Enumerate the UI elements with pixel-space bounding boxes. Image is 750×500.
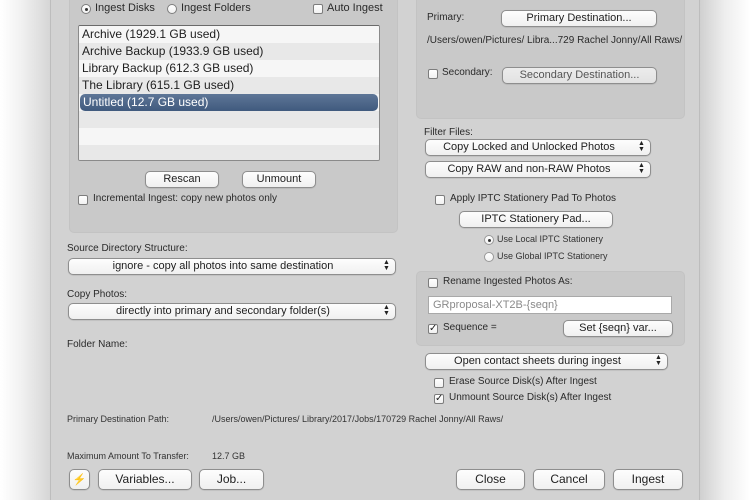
locked-filter-popup[interactable]: Copy Locked and Unlocked Photos ▲ ▼ [425,139,651,156]
secondary-checkbox[interactable] [428,69,438,79]
auto-ingest-checkbox[interactable] [313,4,323,14]
auto-ingest-label[interactable]: Auto Ingest [327,2,383,14]
copy-photos-popup[interactable]: directly into primary and secondary fold… [68,303,396,320]
contact-sheets-value: Open contact sheets during ingest [454,355,621,367]
ingest-dialog: Ingest Disks Ingest Folders Auto Ingest … [50,0,700,500]
locked-filter-value: Copy Locked and Unlocked Photos [443,141,615,153]
unmount-after-checkbox[interactable]: ✓ [434,394,444,404]
use-global-iptc-label[interactable]: Use Global IPTC Stationery [497,251,608,261]
use-local-iptc-label[interactable]: Use Local IPTC Stationery [497,234,603,244]
rename-pattern-field[interactable]: GRproposal-XT2B-{seqn} [428,296,672,314]
unmount-after-label[interactable]: Unmount Source Disk(s) After Ingest [449,392,611,403]
source-structure-value: ignore - copy all photos into same desti… [112,260,334,272]
sequence-checkbox[interactable]: ✓ [428,324,438,334]
use-local-iptc-radio[interactable] [484,235,494,245]
primary-destination-button[interactable]: Primary Destination... [501,10,657,27]
source-structure-label: Source Directory Structure: [67,243,188,254]
disk-list-item[interactable]: The Library (615.1 GB used) [79,77,379,94]
source-structure-popup[interactable]: ignore - copy all photos into same desti… [68,258,396,275]
destination-group: Primary: Primary Destination... /Users/o… [416,0,685,119]
max-transfer-value: 12.7 GB [212,451,246,461]
disk-list-empty-row [79,145,379,160]
ingest-disks-radio[interactable] [81,4,91,14]
window-shadow-left [0,0,50,500]
ingest-button[interactable]: Ingest [613,469,683,490]
disk-list-item[interactable]: Archive Backup (1933.9 GB used) [79,43,379,60]
contact-sheets-popup[interactable]: Open contact sheets during ingest ▲ ▼ [425,353,668,370]
source-group: Ingest Disks Ingest Folders Auto Ingest … [69,0,398,233]
erase-source-label[interactable]: Erase Source Disk(s) After Ingest [449,376,597,387]
disk-list-item-selected[interactable]: Untitled (12.7 GB used) [80,94,378,111]
disk-list-empty-row [79,111,379,128]
popup-arrows-icon: ▲ ▼ [638,162,645,175]
cancel-button[interactable]: Cancel [533,469,605,490]
raw-filter-value: Copy RAW and non-RAW Photos [447,163,611,175]
popup-arrows-icon: ▲ ▼ [638,140,645,153]
folder-name-label: Folder Name: [67,339,128,350]
primary-label: Primary: [427,12,465,23]
ingest-disks-label[interactable]: Ingest Disks [95,2,155,14]
lightning-button[interactable]: ⚡ [69,469,90,490]
popup-arrows-icon: ▲ ▼ [383,259,390,272]
ingest-folders-radio[interactable] [167,4,177,14]
primary-path-text: /Users/owen/Pictures/ Libra...729 Rachel… [427,35,683,46]
iptc-stationery-pad-button[interactable]: IPTC Stationery Pad... [459,211,613,228]
job-button[interactable]: Job... [199,469,264,490]
primary-dest-path-label: Primary Destination Path: [67,414,170,424]
apply-iptc-label[interactable]: Apply IPTC Stationery Pad To Photos [450,193,616,204]
rename-label[interactable]: Rename Ingested Photos As: [443,276,573,287]
copy-photos-value: directly into primary and secondary fold… [116,305,330,317]
rescan-button[interactable]: Rescan [145,171,219,188]
apply-iptc-checkbox[interactable] [435,195,445,205]
disk-list-empty-row [79,128,379,145]
close-button[interactable]: Close [456,469,525,490]
popup-arrows-icon: ▲ ▼ [383,304,390,317]
ingest-folders-label[interactable]: Ingest Folders [181,2,251,14]
lightning-icon: ⚡ [72,474,87,486]
primary-dest-path-value: /Users/owen/Pictures/ Library/2017/Jobs/… [212,414,504,424]
max-transfer-label: Maximum Amount To Transfer: [67,451,189,461]
use-global-iptc-radio[interactable] [484,252,494,262]
incremental-ingest-label[interactable]: Incremental Ingest: copy new photos only [93,193,277,204]
copy-photos-label: Copy Photos: [67,289,128,300]
secondary-destination-button[interactable]: Secondary Destination... [502,67,657,84]
popup-arrows-icon: ▲ ▼ [655,354,662,367]
disk-list[interactable]: Archive (1929.1 GB used) Archive Backup … [78,25,380,161]
sequence-label[interactable]: Sequence = [443,322,497,333]
rename-group: Rename Ingested Photos As: GRproposal-XT… [416,271,685,346]
window-shadow-right [700,0,750,500]
secondary-label: Secondary: [442,67,493,78]
filter-files-label: Filter Files: [424,127,473,138]
raw-filter-popup[interactable]: Copy RAW and non-RAW Photos ▲ ▼ [425,161,651,178]
variables-button[interactable]: Variables... [98,469,192,490]
unmount-button[interactable]: Unmount [242,171,316,188]
rename-checkbox[interactable] [428,278,438,288]
set-seqn-button[interactable]: Set {seqn} var... [563,320,673,337]
incremental-ingest-checkbox[interactable] [78,195,88,205]
erase-source-checkbox[interactable] [434,378,444,388]
disk-list-item[interactable]: Archive (1929.1 GB used) [79,26,379,43]
disk-list-item[interactable]: Library Backup (612.3 GB used) [79,60,379,77]
